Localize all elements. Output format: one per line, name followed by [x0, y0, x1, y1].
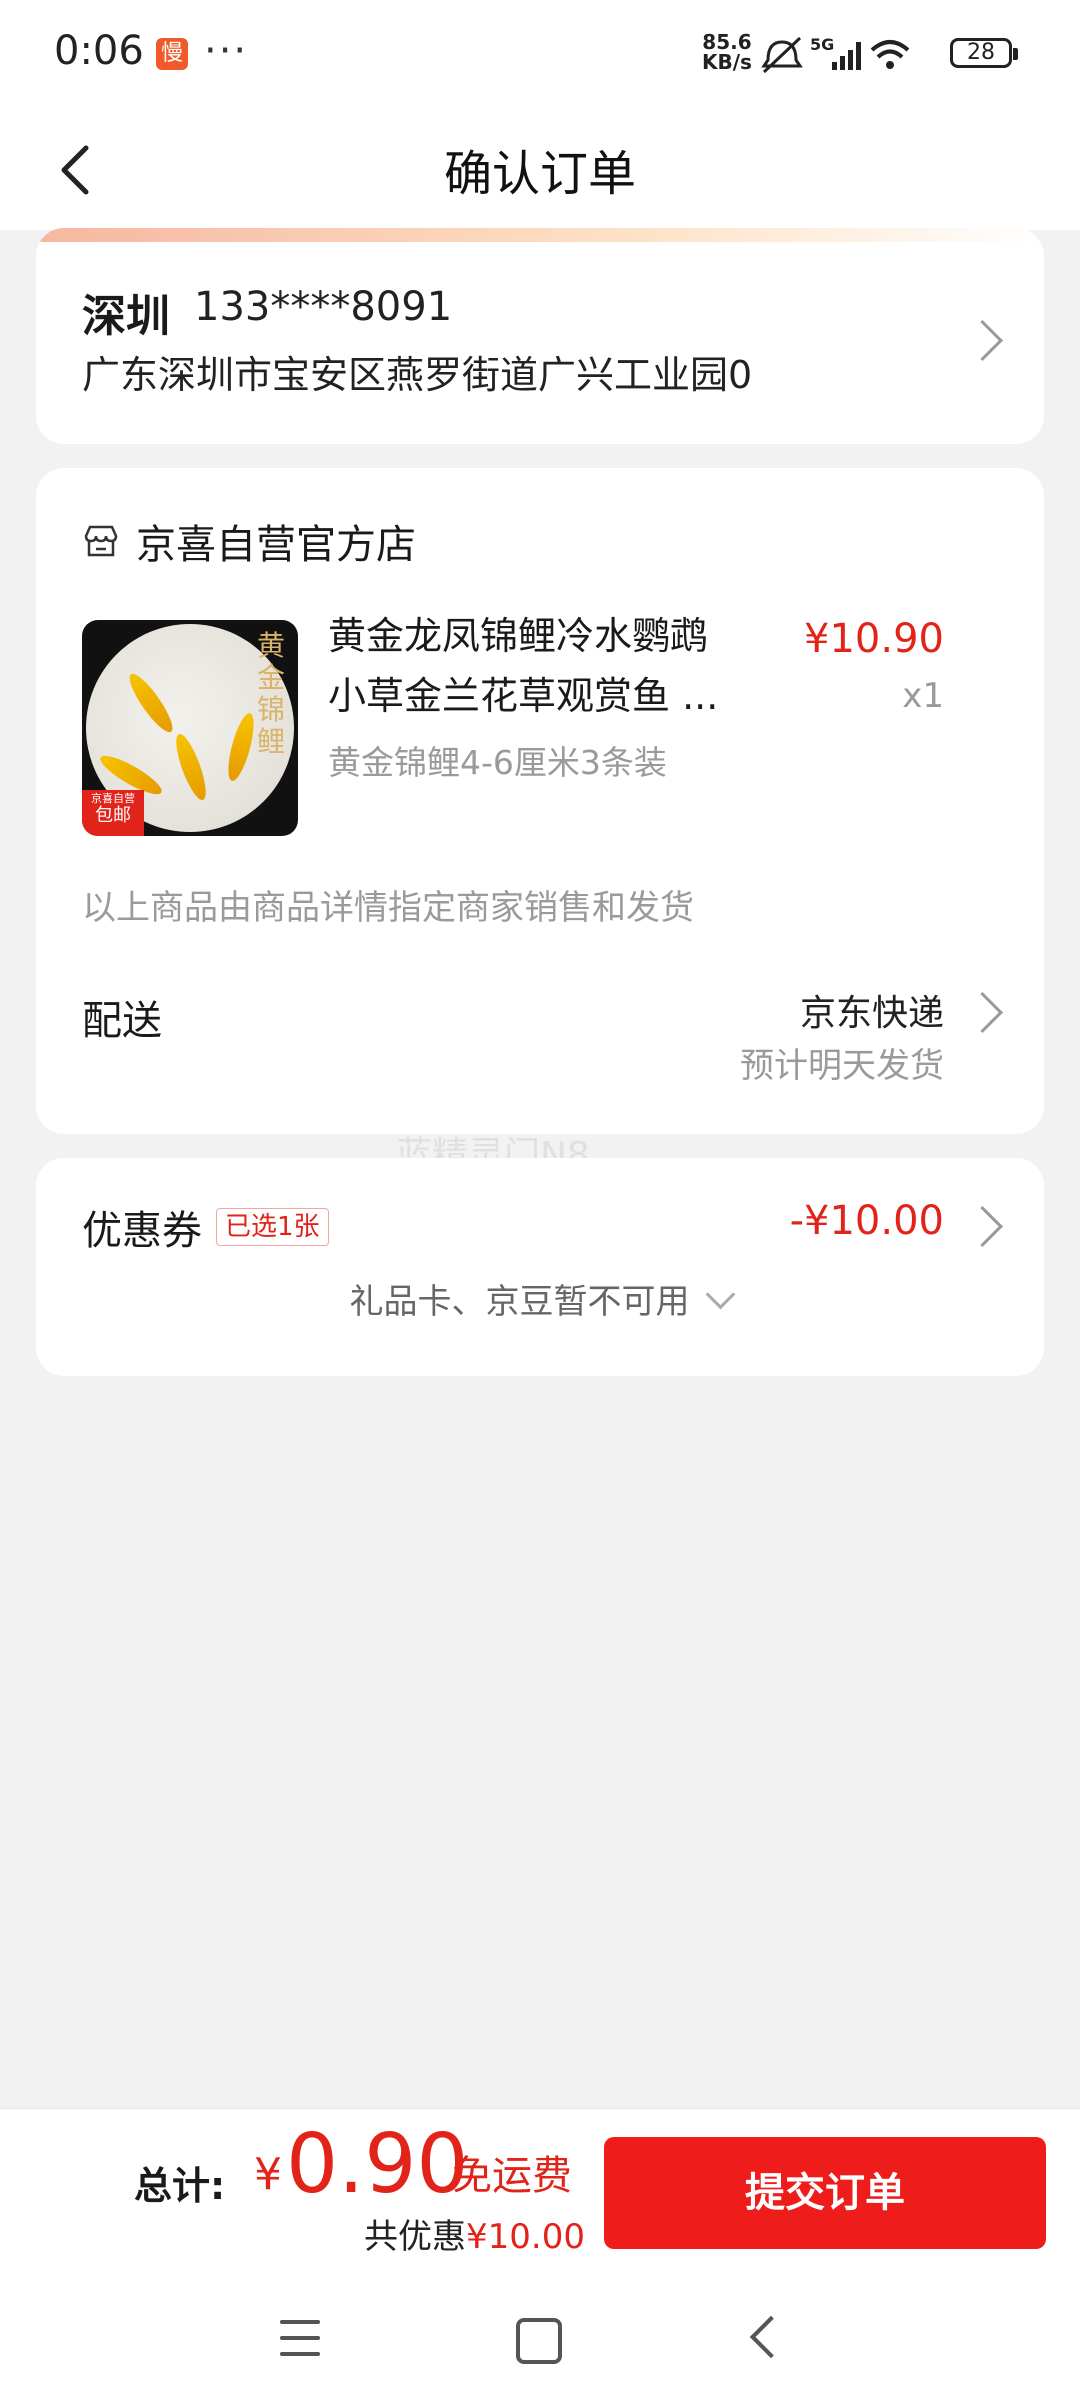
home-icon[interactable]	[516, 2318, 562, 2364]
system-back-icon[interactable]	[749, 2315, 793, 2359]
coupon-card: 优惠券 已选1张 -¥10.00 礼品卡、京豆暂不可用	[36, 1158, 1044, 1376]
chevron-right-icon	[961, 1205, 1004, 1248]
shipping-label: 配送	[82, 998, 162, 1044]
discount-summary: 共优惠¥10.00	[364, 2209, 585, 2258]
product-title-line1: 黄金龙凤锦鲤冷水鹦鹉	[328, 614, 709, 658]
order-card: 京喜自营官方店 黄金锦鲤 京喜自营 包邮 黄金龙凤锦鲤冷水鹦鹉 小草金兰花草观赏…	[36, 468, 1044, 1134]
store-name[interactable]: 京喜自营官方店	[136, 512, 416, 570]
discount-amount: ¥10.00	[466, 2217, 585, 2257]
top-nav: 确认订单	[0, 110, 1080, 230]
coupon-selected-tag: 已选1张	[216, 1208, 329, 1246]
free-shipping-text: 免运费	[452, 2153, 572, 2199]
total-amount: 0.90	[286, 2117, 469, 2212]
seller-note: 以上商品由商品详情指定商家销售和发货	[82, 888, 694, 928]
chevron-down-icon	[705, 1279, 735, 1310]
total-label: 总计:	[134, 2164, 226, 2208]
coupon-label: 优惠券	[82, 1208, 202, 1254]
status-time: 0:06	[54, 28, 144, 74]
giftcard-toggle[interactable]: 礼品卡、京豆暂不可用	[36, 1274, 1044, 1323]
address-card[interactable]: 深圳 133****8091 广东深圳市宝安区燕罗街道广兴工业园0	[36, 228, 1044, 444]
cell-signal-icon	[832, 42, 861, 70]
recipient-phone: 133****8091	[194, 284, 453, 330]
network-speed-value: 85.6	[702, 30, 752, 54]
product-title-line2: 小草金兰花草观赏鱼 ...	[328, 674, 719, 718]
badge-free-shipping: 包邮	[95, 805, 131, 826]
discount-label: 共优惠	[364, 2217, 466, 2257]
chevron-right-icon	[961, 319, 1004, 362]
checkout-bar: 总计: ¥ 0.90 免运费 共优惠¥10.00 提交订单	[0, 2108, 1080, 2289]
badge-store-label: 京喜自营	[91, 792, 135, 805]
network-type: 5G	[810, 35, 834, 54]
network-speed-unit: KB/s	[702, 50, 752, 74]
signal-icons: 5G	[761, 35, 910, 74]
network-speed: 85.6 KB/s	[702, 32, 752, 72]
product-image-caption: 黄金锦鲤	[256, 629, 285, 758]
mute-icon	[761, 36, 803, 74]
system-nav-bar	[0, 2288, 1080, 2400]
product-quantity: x1	[902, 676, 944, 716]
giftcard-unavailable-text: 礼品卡、京豆暂不可用	[349, 1282, 690, 1322]
battery-icon: 28	[950, 38, 1018, 68]
recent-apps-icon[interactable]	[280, 2320, 320, 2368]
more-notifications-icon: ···	[204, 28, 249, 74]
product-spec: 黄金锦鲤4-6厘米3条装	[328, 743, 667, 782]
shipping-method: 京东快递	[799, 993, 944, 1034]
wifi-icon	[870, 40, 910, 69]
recipient-name: 深圳	[82, 291, 170, 342]
product-image[interactable]: 黄金锦鲤 京喜自营 包邮	[82, 620, 298, 836]
page-title: 确认订单	[443, 146, 636, 202]
product-price: ¥10.90	[804, 616, 944, 662]
product-title[interactable]: 黄金龙凤锦鲤冷水鹦鹉 小草金兰花草观赏鱼 ...	[328, 606, 768, 726]
chevron-right-icon	[961, 991, 1004, 1034]
address-gradient-strip	[36, 228, 1044, 242]
status-bar: 0:06 慢 ··· 85.6 KB/s 5G 28	[0, 0, 1080, 110]
app-notification-icon: 慢	[156, 38, 188, 70]
address-detail: 广东深圳市宝安区燕罗街道广兴工业园0	[82, 353, 753, 397]
coupon-value: -¥10.00	[789, 1198, 944, 1244]
submit-order-button[interactable]: 提交订单	[604, 2137, 1046, 2249]
store-icon	[84, 525, 118, 557]
free-shipping-badge: 京喜自营 包邮	[82, 790, 144, 836]
total-currency: ¥	[254, 2149, 282, 2200]
shipping-eta: 预计明天发货	[740, 1046, 944, 1086]
